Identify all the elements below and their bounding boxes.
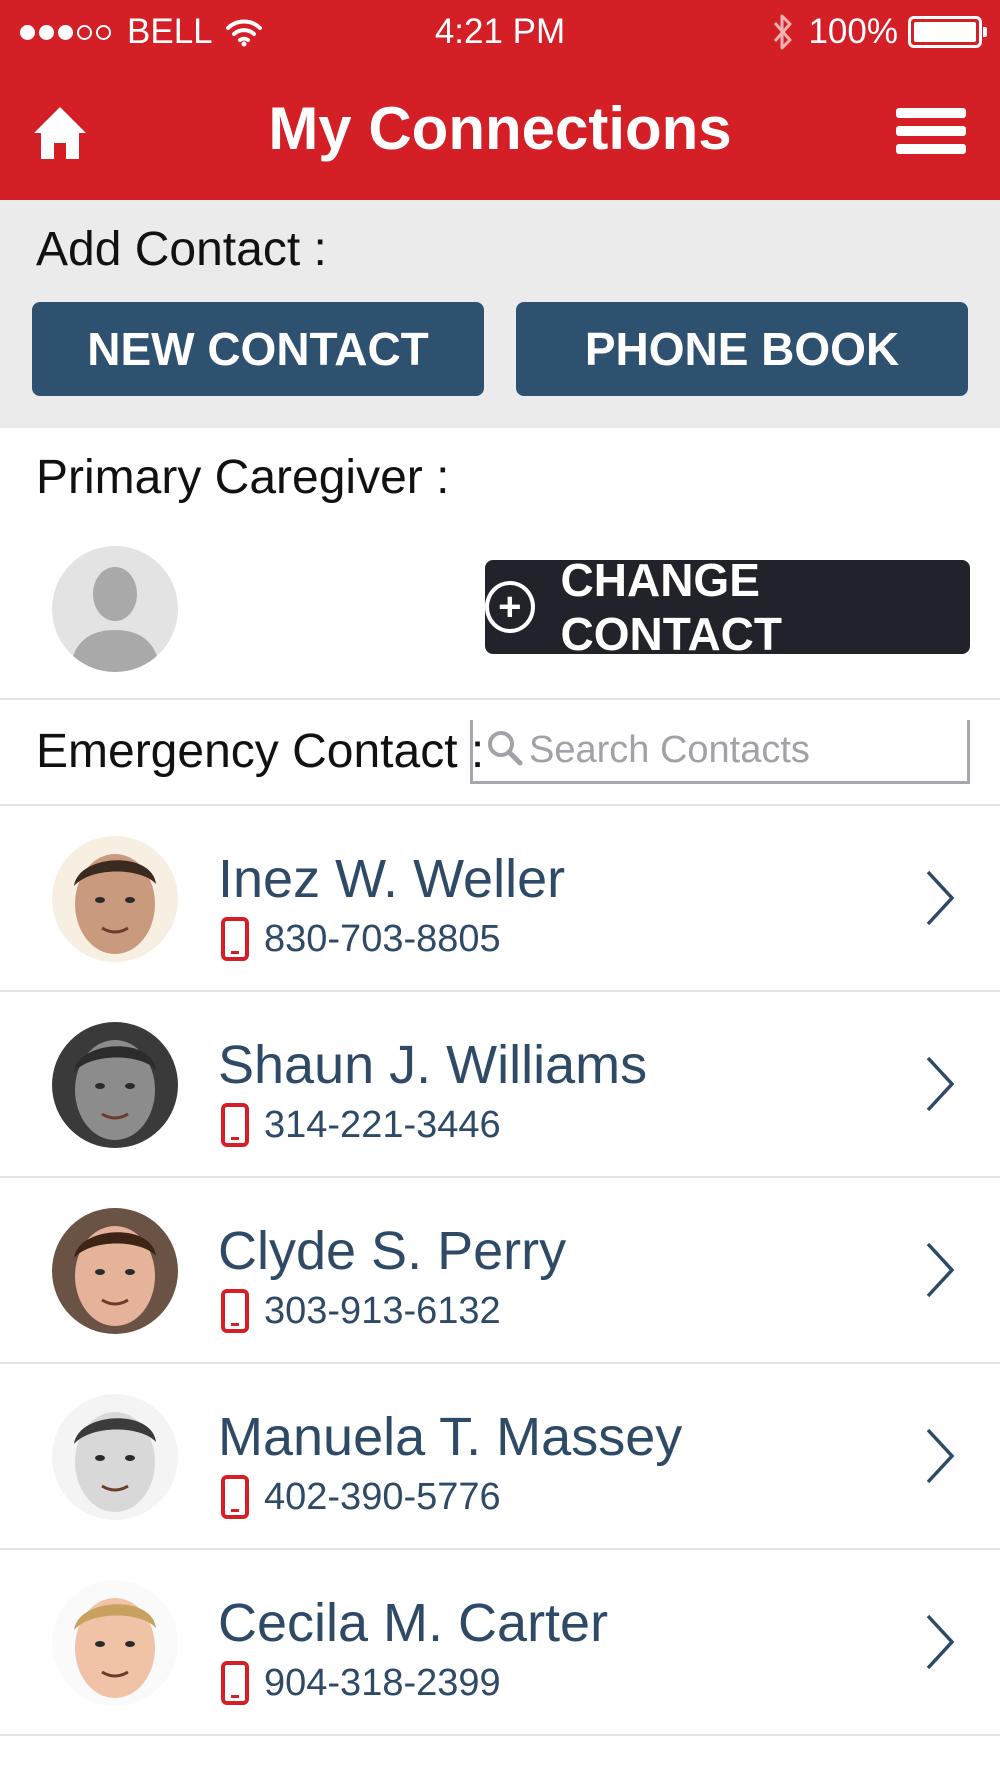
contact-phone: 904-318-2399 xyxy=(264,1661,501,1704)
list-item[interactable]: Clyde S. Perry 303-913-6132 xyxy=(0,1178,1000,1364)
chevron-right-icon[interactable] xyxy=(920,1052,960,1116)
list-item[interactable]: Cecila M. Carter 904-318-2399 xyxy=(0,1550,1000,1736)
hamburger-menu-icon[interactable] xyxy=(896,108,966,154)
contact-name: Shaun J. Williams xyxy=(218,1035,648,1095)
search-input[interactable] xyxy=(529,724,949,776)
contact-name: Cecila M. Carter xyxy=(218,1593,609,1653)
person-placeholder-icon xyxy=(52,546,178,672)
chevron-right-icon[interactable] xyxy=(920,1610,960,1674)
mobile-phone-icon xyxy=(221,1103,249,1147)
mobile-phone-icon xyxy=(221,1475,249,1519)
primary-caregiver-label: Primary Caregiver : xyxy=(36,451,450,504)
new-contact-button[interactable]: NEW CONTACT xyxy=(32,302,484,396)
list-item[interactable]: Manuela T. Massey 402-390-5776 xyxy=(0,1364,1000,1550)
avatar xyxy=(52,836,178,962)
add-contact-label: Add Contact : xyxy=(36,223,327,276)
contact-phone: 303-913-6132 xyxy=(264,1289,501,1332)
contact-name: Clyde S. Perry xyxy=(218,1221,567,1281)
change-contact-button[interactable]: + CHANGE CONTACT xyxy=(485,554,970,660)
emergency-contact-section: Emergency Contact : xyxy=(0,700,1000,806)
mobile-phone-icon xyxy=(221,1289,249,1333)
battery-percent: 100% xyxy=(808,12,898,51)
list-item[interactable]: Shaun J. Williams 314-221-3446 xyxy=(0,992,1000,1178)
avatar xyxy=(52,1208,178,1334)
search-field[interactable] xyxy=(470,720,970,784)
chevron-right-icon[interactable] xyxy=(920,1238,960,1302)
face-photo xyxy=(52,1208,178,1334)
face-photo xyxy=(52,1394,178,1520)
chevron-right-icon[interactable] xyxy=(920,866,960,930)
list-item[interactable]: Inez W. Weller 830-703-8805 xyxy=(0,806,1000,992)
battery-icon xyxy=(908,16,987,48)
bluetooth-icon xyxy=(774,14,792,50)
add-circle-icon: + xyxy=(485,581,535,633)
mobile-phone-icon xyxy=(221,1661,249,1705)
phone-book-button[interactable]: PHONE BOOK xyxy=(516,302,968,396)
change-contact-label: CHANGE CONTACT xyxy=(560,554,782,660)
avatar xyxy=(52,1022,178,1148)
contact-phone: 314-221-3446 xyxy=(264,1103,501,1146)
search-icon xyxy=(488,731,523,766)
mobile-phone-icon xyxy=(221,917,249,961)
avatar xyxy=(52,1394,178,1520)
face-photo xyxy=(52,1022,178,1148)
face-photo xyxy=(52,836,178,962)
primary-caregiver-section: Primary Caregiver : + CHANGE CONTACT xyxy=(0,428,1000,700)
contact-name: Inez W. Weller xyxy=(218,849,566,909)
contact-phone: 830-703-8805 xyxy=(264,917,501,960)
contact-phone: 402-390-5776 xyxy=(264,1475,501,1518)
contact-name: Manuela T. Massey xyxy=(218,1407,683,1467)
page-title: My Connections xyxy=(268,95,732,162)
chevron-right-icon[interactable] xyxy=(920,1424,960,1488)
status-bar: BELL 4:21 PM 100% xyxy=(0,0,1000,64)
avatar xyxy=(52,1580,178,1706)
add-contact-section: Add Contact : NEW CONTACT PHONE BOOK xyxy=(0,200,1000,428)
app-header: BELL 4:21 PM 100% My Connections xyxy=(0,0,1000,200)
face-photo xyxy=(52,1580,178,1706)
emergency-contact-label: Emergency Contact : xyxy=(36,725,485,778)
